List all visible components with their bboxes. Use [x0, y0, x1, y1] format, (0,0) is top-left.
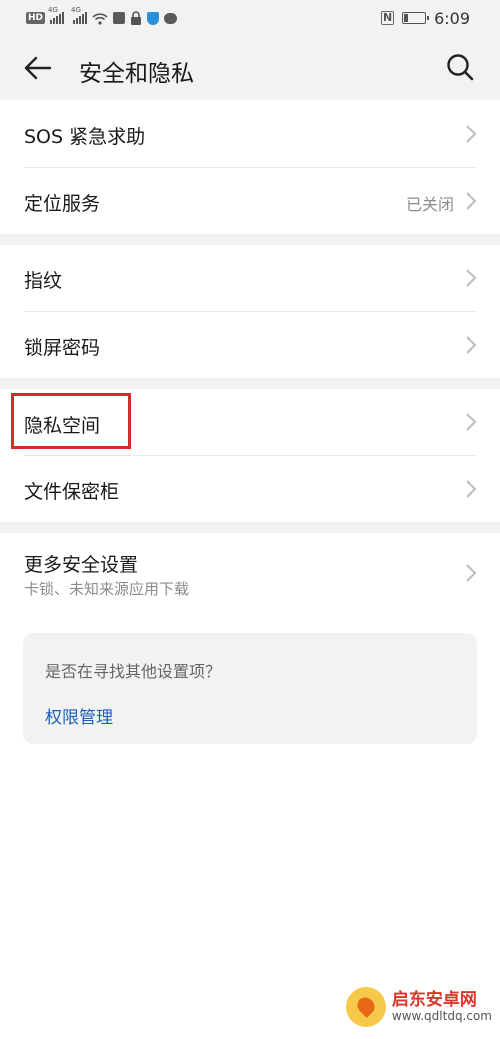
shield-icon: [147, 11, 160, 25]
settings-item-subtitle: 卡锁、未知来源应用下载: [24, 580, 190, 598]
highlight-box: [11, 393, 131, 449]
lock-icon: [131, 11, 142, 25]
settings-item-label: 锁屏密码: [24, 337, 101, 359]
group-separator: [0, 234, 500, 245]
wifi-icon: [92, 12, 108, 25]
battery-icon: [402, 12, 430, 24]
settings-item-lock-password[interactable]: 锁屏密码: [0, 312, 500, 378]
status-bar: HD 4G 4G N 6:09: [0, 0, 500, 36]
settings-item-sos[interactable]: SOS 紧急求助: [0, 100, 500, 167]
settings-item-label: 文件保密柜: [24, 481, 120, 503]
back-arrow-icon[interactable]: [22, 52, 54, 84]
settings-item-file-safe[interactable]: 文件保密柜: [0, 456, 500, 522]
clock: 6:09: [434, 8, 470, 28]
search-icon[interactable]: [444, 51, 476, 83]
signal-icon-2: 4G: [71, 6, 88, 24]
settings-item-label: 定位服务: [24, 193, 101, 215]
group-separator: [0, 522, 500, 533]
watermark-url: www.qdltdq.com: [391, 1008, 492, 1023]
settings-item-label: 指纹: [24, 270, 63, 292]
status-icons-left: HD 4G 4G: [26, 6, 178, 27]
settings-item-value: 已关闭: [405, 195, 454, 214]
chat-icon: [164, 12, 178, 24]
watermark-text: 启东安卓网 www.qdltdq.com: [392, 991, 492, 1023]
status-icons-right: N 6:09: [381, 8, 470, 28]
permission-management-link[interactable]: 权限管理: [45, 703, 113, 728]
settings-item-label: 更多安全设置: [24, 554, 139, 576]
suggestion-question: 是否在寻找其他设置项？: [45, 662, 222, 681]
watermark: 启东安卓网 www.qdltdq.com: [345, 987, 492, 1027]
watermark-name: 启东安卓网: [391, 990, 477, 1011]
page-title: 安全和隐私: [79, 61, 194, 87]
chevron-right-icon: [466, 269, 477, 287]
nfc-icon: N: [381, 11, 395, 25]
info-icon: [113, 12, 126, 24]
settings-item-more-security[interactable]: 更多安全设置 卡锁、未知来源应用下载: [0, 533, 500, 613]
settings-item-label: SOS 紧急求助: [24, 126, 146, 148]
settings-item-location[interactable]: 定位服务 已关闭: [0, 168, 500, 234]
chevron-right-icon: [466, 480, 477, 498]
app-header: 安全和隐私: [0, 36, 500, 100]
signal-icon: 4G: [48, 6, 65, 24]
battery-level: [404, 14, 409, 22]
settings-item-fingerprint[interactable]: 指纹: [0, 245, 500, 311]
watermark-logo-icon: [345, 987, 386, 1027]
chevron-right-icon: [466, 413, 477, 431]
group-separator: [0, 378, 500, 389]
hd-badge: HD: [26, 12, 46, 24]
chevron-right-icon: [466, 564, 477, 582]
suggestion-card: 是否在寻找其他设置项？ 权限管理: [23, 633, 477, 744]
chevron-right-icon: [466, 336, 477, 354]
chevron-right-icon: [466, 192, 477, 210]
chevron-right-icon: [466, 125, 477, 143]
